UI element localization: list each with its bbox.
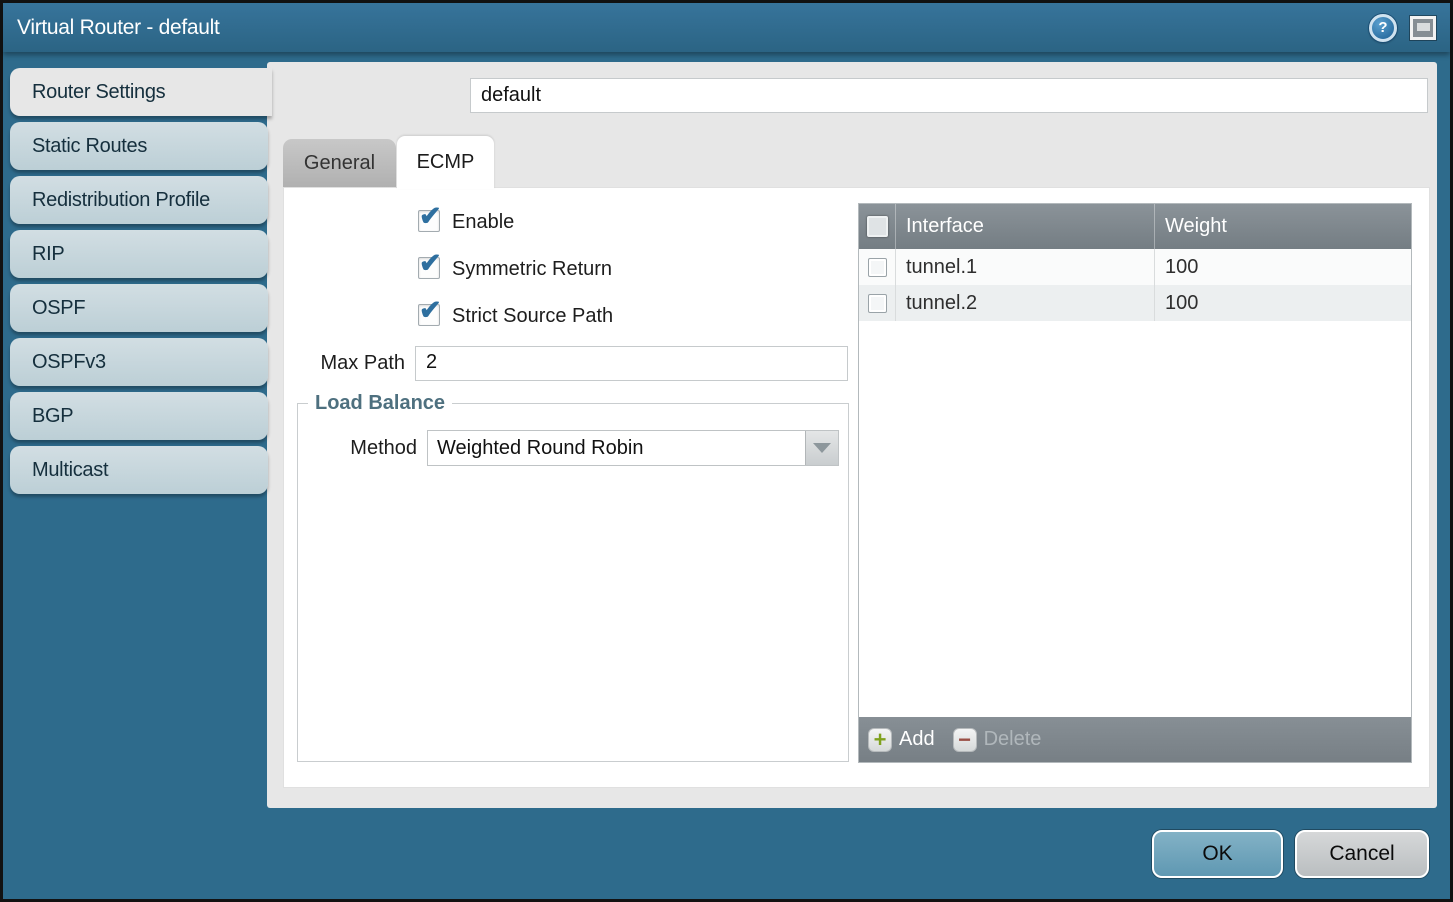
row-checkbox[interactable] bbox=[868, 294, 887, 313]
add-button-label: Add bbox=[899, 728, 935, 751]
enable-label: Enable bbox=[452, 211, 514, 234]
enable-checkbox[interactable]: ✔ bbox=[418, 210, 440, 232]
cancel-button[interactable]: Cancel bbox=[1295, 830, 1429, 878]
sidebar-item-ospfv3[interactable]: OSPFv3 bbox=[10, 338, 268, 386]
symmetric-return-checkbox[interactable]: ✔ bbox=[418, 257, 440, 279]
method-dropdown-value: Weighted Round Robin bbox=[437, 431, 802, 465]
chevron-down-icon bbox=[813, 443, 831, 453]
table-footer: + Add − Delete bbox=[859, 717, 1411, 762]
strict-source-path-checkbox[interactable]: ✔ bbox=[418, 304, 440, 326]
method-dropdown[interactable]: Weighted Round Robin bbox=[427, 430, 839, 466]
plus-icon: + bbox=[868, 728, 892, 752]
sidebar-item-ospf[interactable]: OSPF bbox=[10, 284, 268, 332]
sidebar-item-multicast[interactable]: Multicast bbox=[10, 446, 268, 494]
tab-ecmp[interactable]: ECMP bbox=[397, 136, 494, 189]
window-restore-icon[interactable] bbox=[1410, 16, 1436, 40]
weight-cell[interactable]: 100 bbox=[1154, 285, 1411, 321]
dropdown-button[interactable] bbox=[805, 431, 838, 465]
virtual-router-dialog: Virtual Router - default ? Router Settin… bbox=[0, 0, 1453, 902]
symmetric-return-label: Symmetric Return bbox=[452, 258, 612, 281]
strict-source-path-label: Strict Source Path bbox=[452, 305, 613, 328]
table-empty-area bbox=[859, 321, 1411, 717]
table-row[interactable]: tunnel.2 100 bbox=[859, 285, 1411, 321]
name-input[interactable]: default bbox=[470, 78, 1428, 113]
tab-general[interactable]: General bbox=[283, 139, 396, 188]
dialog-title: Virtual Router - default bbox=[17, 16, 220, 40]
table-row[interactable]: tunnel.1 100 bbox=[859, 249, 1411, 285]
sidebar-item-bgp[interactable]: BGP bbox=[10, 392, 268, 440]
interface-cell[interactable]: tunnel.2 bbox=[895, 285, 1154, 321]
max-path-label: Max Path bbox=[283, 352, 405, 375]
dialog-titlebar: Virtual Router - default ? bbox=[3, 3, 1450, 52]
delete-button-label: Delete bbox=[984, 728, 1042, 751]
max-path-input[interactable]: 2 bbox=[415, 346, 848, 381]
sidebar-item-redistribution-profile[interactable]: Redistribution Profile bbox=[10, 176, 268, 224]
method-label: Method bbox=[297, 437, 417, 460]
table-header-row: Interface Weight bbox=[859, 204, 1411, 249]
ok-button[interactable]: OK bbox=[1152, 830, 1283, 878]
interface-cell[interactable]: tunnel.1 bbox=[895, 249, 1154, 285]
sidebar-item-rip[interactable]: RIP bbox=[10, 230, 268, 278]
select-all-checkbox[interactable] bbox=[867, 216, 888, 237]
check-icon: ✔ bbox=[419, 201, 442, 232]
help-icon[interactable]: ? bbox=[1369, 14, 1397, 42]
titlebar-icons: ? bbox=[1369, 14, 1436, 42]
column-header-interface[interactable]: Interface bbox=[895, 204, 1154, 249]
sidebar-item-router-settings[interactable]: Router Settings bbox=[10, 68, 272, 116]
check-icon: ✔ bbox=[419, 295, 442, 326]
delete-button[interactable]: − Delete bbox=[953, 728, 1042, 752]
row-checkbox[interactable] bbox=[868, 258, 887, 277]
minus-icon: − bbox=[953, 728, 977, 752]
sidebar-item-static-routes[interactable]: Static Routes bbox=[10, 122, 268, 170]
add-button[interactable]: + Add bbox=[868, 728, 935, 752]
weight-cell[interactable]: 100 bbox=[1154, 249, 1411, 285]
check-icon: ✔ bbox=[419, 248, 442, 279]
column-header-weight[interactable]: Weight bbox=[1154, 204, 1411, 249]
window-restore-icon-inner bbox=[1417, 23, 1430, 31]
interface-table: Interface Weight tunnel.1 100 tunnel.2 1… bbox=[858, 203, 1412, 763]
help-icon-glyph: ? bbox=[1378, 19, 1387, 36]
load-balance-legend: Load Balance bbox=[308, 392, 452, 415]
